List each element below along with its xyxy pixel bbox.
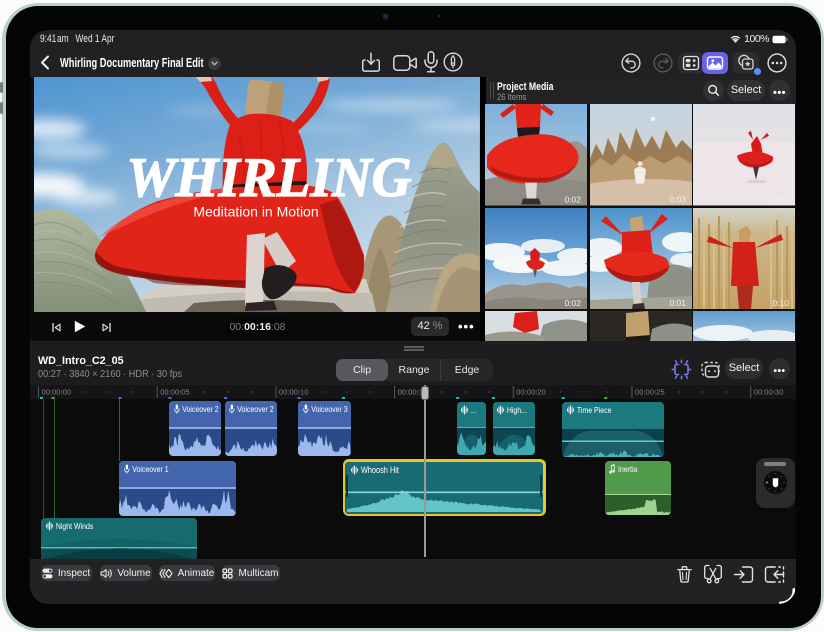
svg-text:0:01: 0:01 xyxy=(669,298,686,308)
svg-text:0:02: 0:02 xyxy=(564,298,581,308)
svg-text:Meditation in Motion: Meditation in Motion xyxy=(193,204,318,220)
svg-text:0:03: 0:03 xyxy=(669,195,686,205)
svg-text:0:02: 0:02 xyxy=(564,195,581,205)
svg-text:WHIRLING: WHIRLING xyxy=(127,147,412,209)
svg-text:0:10: 0:10 xyxy=(772,298,789,308)
svg-text:0:02: 0:02 xyxy=(772,195,789,205)
